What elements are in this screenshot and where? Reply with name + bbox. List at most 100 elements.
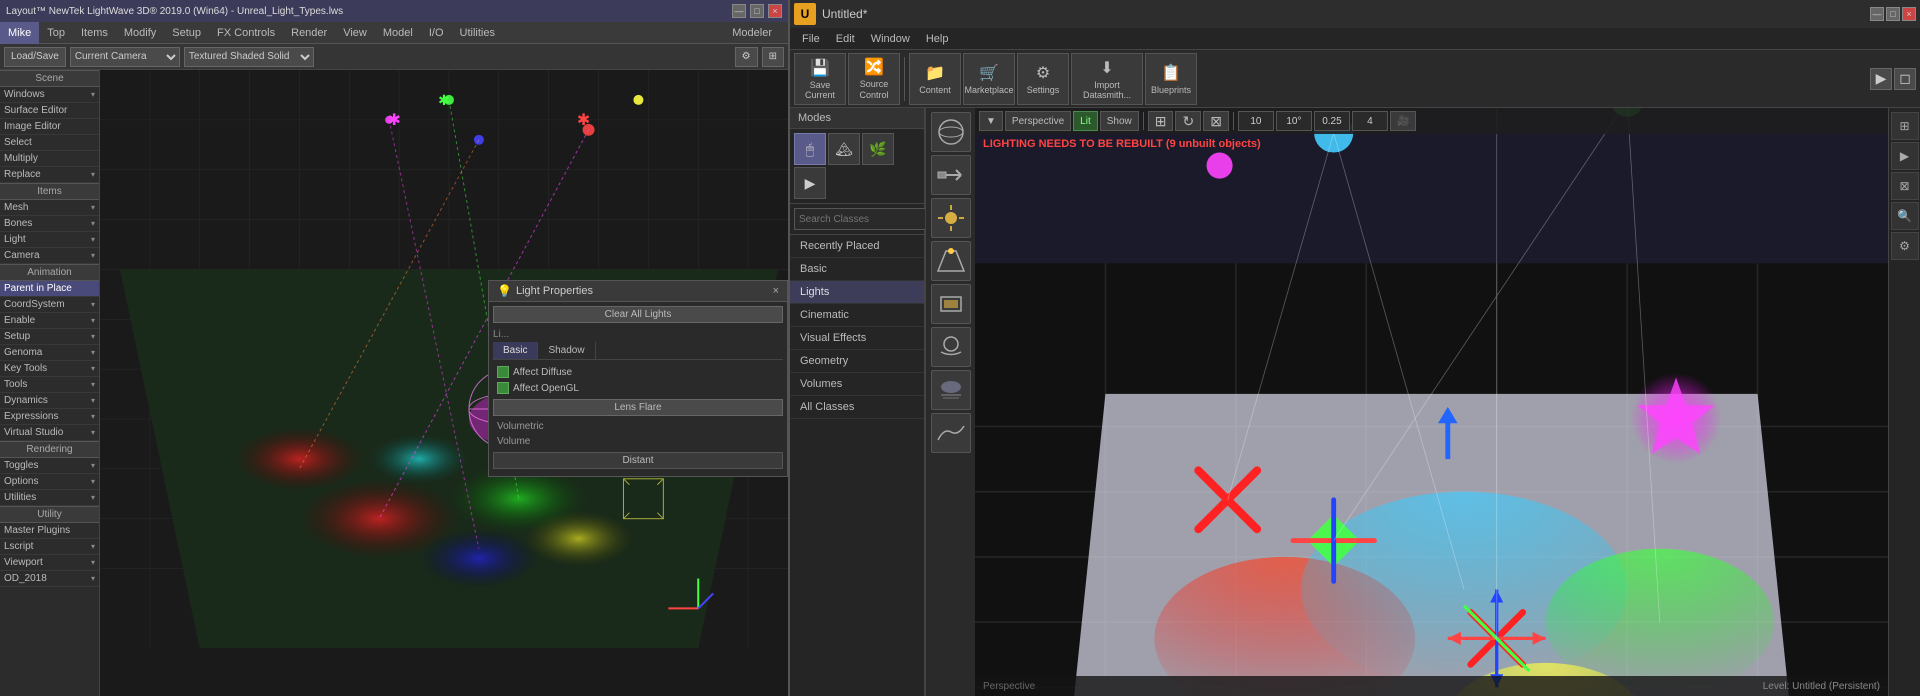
tab-basic[interactable]: Basic bbox=[493, 342, 538, 359]
lit-button[interactable]: Lit bbox=[1073, 111, 1098, 131]
tab-setup[interactable]: Setup bbox=[164, 22, 209, 44]
tab-mike[interactable]: Mike bbox=[0, 22, 39, 44]
scale-snap-button[interactable]: ⊠ bbox=[1203, 111, 1229, 131]
ue-viewport[interactable]: ▼ Perspective Lit Show ⊞ ↻ ⊠ 10 10° bbox=[975, 108, 1888, 696]
modes-geometry[interactable]: Geometry bbox=[790, 350, 924, 373]
lw-viewport[interactable]: ✱ ✱ ✱ bbox=[100, 70, 788, 696]
camera-speed-button[interactable]: 🎥 bbox=[1390, 111, 1416, 131]
right-icon-2[interactable]: ▶ bbox=[1891, 142, 1919, 170]
sidebar-genoma[interactable]: Genoma ▾ bbox=[0, 345, 99, 361]
sidebar-master-plugins[interactable]: Master Plugins bbox=[0, 523, 99, 539]
right-icon-1[interactable]: ⊞ bbox=[1891, 112, 1919, 140]
sidebar-select[interactable]: Select bbox=[0, 135, 99, 151]
tab-view[interactable]: View bbox=[335, 22, 375, 44]
tab-utilities[interactable]: Utilities bbox=[452, 22, 503, 44]
sidebar-setup[interactable]: Setup ▾ bbox=[0, 329, 99, 345]
modes-basic[interactable]: Basic bbox=[790, 258, 924, 281]
ue-minimize-button[interactable]: — bbox=[1870, 7, 1884, 21]
mode-foliage-button[interactable]: 🌿 bbox=[862, 133, 894, 165]
tab-model[interactable]: Model bbox=[375, 22, 421, 44]
modes-lights[interactable]: Lights bbox=[790, 281, 924, 304]
sidebar-windows[interactable]: Windows ▾ bbox=[0, 87, 99, 103]
camera-select[interactable]: Current Camera bbox=[70, 47, 180, 67]
class-rect-light[interactable] bbox=[931, 284, 971, 324]
show-button[interactable]: Show bbox=[1100, 111, 1139, 131]
tab-top[interactable]: Top bbox=[39, 22, 73, 44]
tab-items[interactable]: Items bbox=[73, 22, 116, 44]
tab-io[interactable]: I/O bbox=[421, 22, 452, 44]
sidebar-replace[interactable]: Replace ▾ bbox=[0, 167, 99, 183]
search-classes-input[interactable] bbox=[794, 208, 936, 230]
sidebar-mesh[interactable]: Mesh ▾ bbox=[0, 200, 99, 216]
perspective-label-button[interactable]: Perspective bbox=[1005, 111, 1071, 131]
class-spot-light[interactable] bbox=[931, 241, 971, 281]
sidebar-options[interactable]: Options ▾ bbox=[0, 474, 99, 490]
class-point-light[interactable] bbox=[931, 198, 971, 238]
viewport-mode-select[interactable]: Textured Shaded Solid bbox=[184, 47, 314, 67]
vr-button[interactable]: ◻ bbox=[1894, 68, 1916, 90]
right-icon-3[interactable]: ⊠ bbox=[1891, 172, 1919, 200]
sidebar-key-tools[interactable]: Key Tools ▾ bbox=[0, 361, 99, 377]
rotation-value[interactable]: 10 bbox=[1238, 111, 1274, 131]
sidebar-parent-in-place[interactable]: Parent in Place bbox=[0, 281, 99, 297]
sidebar-tools[interactable]: Tools ▾ bbox=[0, 377, 99, 393]
sidebar-viewport[interactable]: Viewport ▾ bbox=[0, 555, 99, 571]
save-current-button[interactable]: 💾 Save Current bbox=[794, 53, 846, 105]
translate-snap-button[interactable]: ⊞ bbox=[1148, 111, 1174, 131]
close-button[interactable]: × bbox=[768, 4, 782, 18]
settings-button[interactable]: ⚙ Settings bbox=[1017, 53, 1069, 105]
tab-fx-controls[interactable]: FX Controls bbox=[209, 22, 283, 44]
rotation-value2[interactable]: 10° bbox=[1276, 111, 1312, 131]
modes-volumes[interactable]: Volumes bbox=[790, 373, 924, 396]
class-sky-light[interactable] bbox=[931, 327, 971, 367]
tab-shadow[interactable]: Shadow bbox=[538, 342, 595, 359]
sidebar-enable[interactable]: Enable ▾ bbox=[0, 313, 99, 329]
mode-landscape-button[interactable]: 🏔 bbox=[828, 133, 860, 165]
sidebar-lscript[interactable]: Lscript ▾ bbox=[0, 539, 99, 555]
modes-all-classes[interactable]: All Classes bbox=[790, 396, 924, 419]
sidebar-surface-editor[interactable]: Surface Editor bbox=[0, 103, 99, 119]
load-save-button[interactable]: Load/Save bbox=[4, 47, 66, 67]
sidebar-bones[interactable]: Bones ▾ bbox=[0, 216, 99, 232]
maximize-viewport-button[interactable]: ⊞ bbox=[762, 47, 784, 67]
mode-select-button[interactable]: 🖱 bbox=[794, 133, 826, 165]
tab-modeler[interactable]: Modeler bbox=[724, 22, 780, 44]
class-exp-height-fog[interactable] bbox=[931, 413, 971, 453]
menu-file[interactable]: File bbox=[794, 28, 828, 50]
sidebar-image-editor[interactable]: Image Editor bbox=[0, 119, 99, 135]
marketplace-button[interactable]: 🛒 Marketplace bbox=[963, 53, 1015, 105]
menu-window[interactable]: Window bbox=[863, 28, 918, 50]
affect-opengl-checkbox[interactable] bbox=[497, 382, 509, 394]
affect-diffuse-checkbox[interactable] bbox=[497, 366, 509, 378]
import-datasmith-button[interactable]: ⬇ Import Datasmith... bbox=[1071, 53, 1143, 105]
content-button[interactable]: 📁 Content bbox=[909, 53, 961, 105]
sidebar-virtual-studio[interactable]: Virtual Studio ▾ bbox=[0, 425, 99, 441]
sidebar-camera[interactable]: Camera ▾ bbox=[0, 248, 99, 264]
light-props-close[interactable]: × bbox=[773, 285, 779, 297]
grid-value[interactable]: 4 bbox=[1352, 111, 1388, 131]
right-icon-4[interactable]: 🔍 bbox=[1891, 202, 1919, 230]
tab-modify[interactable]: Modify bbox=[116, 22, 164, 44]
class-directional-light[interactable] bbox=[931, 155, 971, 195]
modes-cinematic[interactable]: Cinematic bbox=[790, 304, 924, 327]
perspective-button[interactable]: ▼ bbox=[979, 111, 1003, 131]
right-icon-5[interactable]: ⚙ bbox=[1891, 232, 1919, 260]
clear-all-lights-button[interactable]: Clear All Lights bbox=[493, 306, 783, 323]
sidebar-expressions[interactable]: Expressions ▾ bbox=[0, 409, 99, 425]
modes-visual-effects[interactable]: Visual Effects bbox=[790, 327, 924, 350]
scale-value[interactable]: 0.25 bbox=[1314, 111, 1350, 131]
sidebar-od2018[interactable]: OD_2018 ▾ bbox=[0, 571, 99, 587]
sidebar-utilities[interactable]: Utilities ▾ bbox=[0, 490, 99, 506]
source-control-button[interactable]: 🔀 Source Control bbox=[848, 53, 900, 105]
ue-close-button[interactable]: × bbox=[1902, 7, 1916, 21]
maximize-button[interactable]: □ bbox=[750, 4, 764, 18]
class-sphere[interactable] bbox=[931, 112, 971, 152]
minimize-button[interactable]: — bbox=[732, 4, 746, 18]
blueprints-button[interactable]: 📋 Blueprints bbox=[1145, 53, 1197, 105]
play-button[interactable]: ▶ bbox=[1870, 68, 1892, 90]
settings-icon[interactable]: ⚙ bbox=[735, 47, 758, 67]
menu-help[interactable]: Help bbox=[918, 28, 957, 50]
lens-flare-button[interactable]: Lens Flare bbox=[493, 399, 783, 416]
rotate-snap-button[interactable]: ↻ bbox=[1175, 111, 1201, 131]
class-atm-fog[interactable] bbox=[931, 370, 971, 410]
